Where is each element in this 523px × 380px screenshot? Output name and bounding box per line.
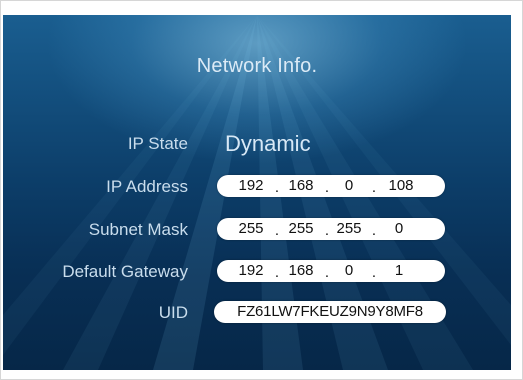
subnet-mask-separator: . (274, 222, 280, 239)
ip-address-octet-4[interactable]: 108 (381, 177, 421, 195)
default-gateway-separator: . (274, 264, 280, 281)
default-gateway-octet-3[interactable]: 0 (329, 262, 369, 280)
ip-address-separator: . (274, 179, 280, 196)
default-gateway-octet-1[interactable]: 192 (231, 262, 271, 280)
subnet-mask-octet-2[interactable]: 255 (281, 220, 321, 238)
default-gateway-separator: . (371, 264, 377, 281)
uid-field[interactable]: FZ61LW7FKEUZ9N9Y8MF8 (214, 301, 446, 323)
network-info-screen: Network Info. IP State Dynamic IP Addres… (3, 15, 511, 370)
subnet-mask-octet-3[interactable]: 255 (329, 220, 369, 238)
ip-address-octet-3[interactable]: 0 (329, 177, 369, 195)
subnet-mask-octet-1[interactable]: 255 (231, 220, 271, 238)
uid-label: UID (158, 303, 188, 322)
ip-address-field[interactable]: 192 . 168 . 0 . 108 (217, 175, 445, 197)
device-frame: Network Info. IP State Dynamic IP Addres… (0, 0, 523, 380)
ip-address-separator: . (371, 179, 377, 196)
ip-state-value: Dynamic (225, 131, 311, 156)
ip-address-octet-1[interactable]: 192 (231, 177, 271, 195)
default-gateway-octet-2[interactable]: 168 (281, 262, 321, 280)
default-gateway-field[interactable]: 192 . 168 . 0 . 1 (217, 260, 445, 282)
subnet-mask-octet-4[interactable]: 0 (379, 220, 419, 238)
subnet-mask-field[interactable]: 255 . 255 . 255 . 0 (217, 218, 445, 240)
ip-state-label: IP State (127, 134, 188, 153)
subnet-mask-label: Subnet Mask (88, 220, 188, 239)
ip-address-label: IP Address (106, 177, 188, 196)
default-gateway-octet-4[interactable]: 1 (379, 262, 419, 280)
ip-address-octet-2[interactable]: 168 (281, 177, 321, 195)
subnet-mask-separator: . (371, 222, 377, 239)
default-gateway-label: Default Gateway (62, 262, 188, 281)
page-title: Network Info. (196, 55, 318, 77)
